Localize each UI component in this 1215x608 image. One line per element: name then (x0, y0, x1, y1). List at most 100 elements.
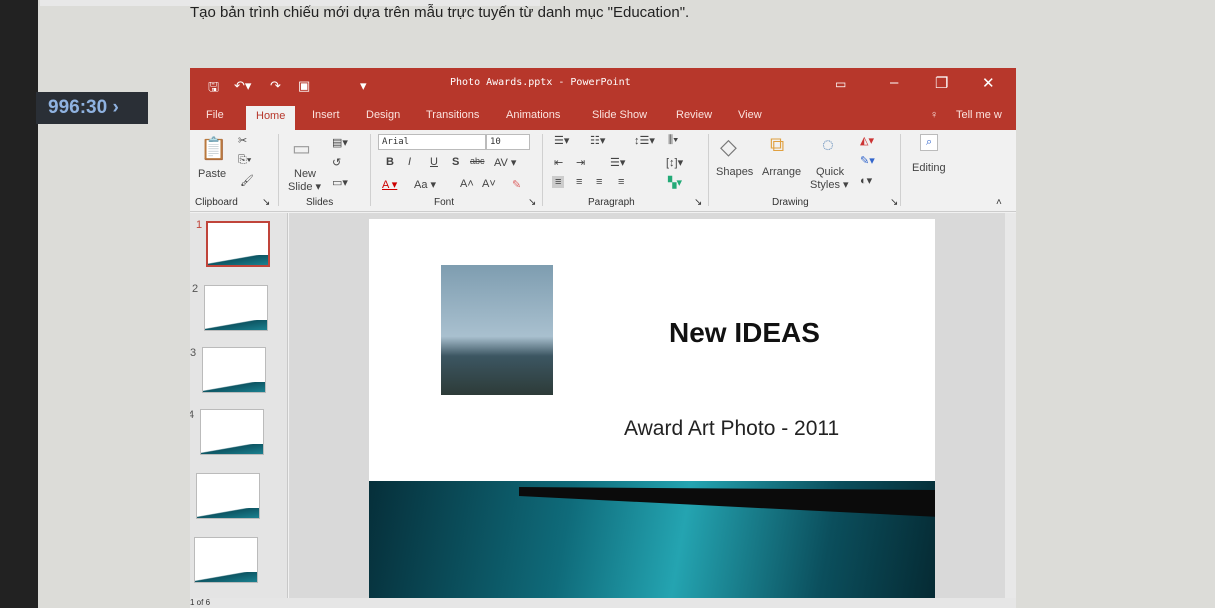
slide-title[interactable]: New IDEAS (669, 317, 820, 349)
slide-number: 1 (196, 219, 203, 231)
window-title: Photo Awards.pptx - PowerPoint (450, 77, 631, 88)
reset-icon[interactable]: ↺ (332, 156, 341, 169)
drawing-group-label: Drawing (772, 197, 809, 208)
quick-styles-button[interactable]: Quick (816, 166, 844, 178)
tab-view[interactable]: View (738, 109, 762, 121)
clear-formatting-icon[interactable]: ✎ (512, 178, 521, 191)
current-slide[interactable]: New IDEAS Award Art Photo - 2011 (369, 219, 935, 599)
close-button[interactable]: ✕ (982, 74, 995, 92)
shapes-icon[interactable]: ◇ (720, 134, 737, 160)
restore-button[interactable]: ❐ (935, 74, 948, 92)
tab-insert[interactable]: Insert (312, 109, 340, 121)
powerpoint-window: 🖫 ↶▾ ↷ ▣ ▾ Photo Awards.pptx - PowerPoin… (190, 68, 1016, 608)
quick-styles-icon[interactable]: ◌ (822, 134, 834, 157)
smartart-icon[interactable]: ▚▾ (668, 176, 682, 189)
slide-thumbnail-6[interactable] (194, 537, 258, 583)
increase-indent-icon[interactable]: ⇥ (576, 156, 585, 169)
shape-fill-icon[interactable]: ◭▾ (860, 134, 874, 147)
underline-button[interactable]: U (430, 156, 438, 168)
tab-slide-show[interactable]: Slide Show (592, 109, 647, 121)
find-icon[interactable]: ⌕ (920, 134, 939, 151)
divider (708, 134, 709, 206)
slide-thumbnail-4[interactable] (200, 409, 264, 455)
shape-effects-icon[interactable]: ◐▾ (860, 174, 872, 187)
italic-button[interactable]: I (408, 156, 411, 168)
tab-review[interactable]: Review (676, 109, 712, 121)
save-icon[interactable]: 🖫 (208, 78, 219, 100)
paragraph-launcher-icon[interactable]: ↘ (694, 197, 702, 208)
text-direction-icon[interactable]: ⫼▾ (668, 134, 678, 147)
slide-thumbnail-1[interactable] (206, 221, 270, 267)
tell-me-box[interactable]: Tell me w (956, 109, 1002, 121)
font-color-button[interactable]: A ▾ (382, 178, 397, 191)
section-icon[interactable]: ▭▾ (332, 176, 348, 189)
ribbon-display-options-icon[interactable]: ▭ (835, 77, 846, 91)
arrange-icon[interactable]: ⧉ (770, 134, 784, 157)
tab-animations[interactable]: Animations (506, 109, 560, 121)
vertical-scrollbar[interactable] (1005, 213, 1016, 598)
clipboard-group-label: Clipboard (195, 197, 238, 208)
shape-outline-icon[interactable]: ✎▾ (860, 154, 875, 167)
status-bar: Slide 1 of 6 (190, 598, 1016, 608)
columns-icon[interactable]: ☰▾ (610, 156, 625, 169)
format-painter-icon[interactable]: 🖌 (240, 174, 254, 187)
shrink-font-button[interactable]: A˅ (482, 178, 496, 190)
slide-thumbnail-2[interactable] (204, 285, 268, 331)
start-from-beginning-icon[interactable]: ▣ (298, 78, 310, 94)
numbering-icon[interactable]: ☷▾ (590, 134, 605, 147)
tab-design[interactable]: Design (366, 109, 400, 121)
monitor-bezel (0, 0, 38, 608)
tab-file[interactable]: File (206, 109, 224, 121)
center-icon[interactable]: ≡ (576, 176, 582, 188)
layout-icon[interactable]: ▤▾ (332, 136, 348, 149)
editing-button[interactable]: Editing (912, 162, 946, 174)
align-right-icon[interactable]: ≡ (596, 176, 602, 188)
align-left-icon[interactable]: ≡ (552, 176, 565, 188)
redo-icon[interactable]: ↷ (270, 78, 281, 94)
slide-number: 4 (190, 409, 195, 421)
arrange-button[interactable]: Arrange (762, 166, 801, 178)
font-launcher-icon[interactable]: ↘ (528, 197, 536, 208)
tab-transitions[interactable]: Transitions (426, 109, 479, 121)
change-case-button[interactable]: Aa ▾ (414, 178, 436, 191)
paste-icon[interactable]: 📋 (200, 136, 227, 162)
tab-home[interactable]: Home (246, 106, 296, 130)
decrease-indent-icon[interactable]: ⇤ (554, 156, 563, 169)
font-size-box[interactable]: 10 (486, 134, 530, 150)
slide-thumbnail-3[interactable] (202, 347, 266, 393)
shapes-button[interactable]: Shapes (716, 166, 753, 178)
collapse-ribbon-icon[interactable]: ˄ (996, 197, 1002, 208)
drawing-launcher-icon[interactable]: ↘ (890, 197, 898, 208)
paste-button[interactable]: Paste (198, 168, 226, 180)
bullets-icon[interactable]: ☰▾ (554, 134, 569, 147)
shadow-button[interactable]: S (452, 156, 459, 168)
grow-font-button[interactable]: A˄ (460, 178, 474, 190)
font-name-box[interactable]: Arial (378, 134, 486, 150)
slide-editor: New IDEAS Award Art Photo - 2011 (289, 213, 1005, 599)
justify-icon[interactable]: ≡ (618, 176, 624, 188)
undo-icon[interactable]: ↶▾ (234, 78, 251, 94)
customize-qat-icon[interactable]: ▾ (360, 78, 367, 94)
slide-thumbnail-5[interactable] (196, 473, 260, 519)
new-slide-dropdown[interactable]: Slide ▾ (288, 180, 321, 193)
ribbon-tabs: File Home Insert Design Transitions Anim… (190, 102, 1016, 130)
clipboard-launcher-icon[interactable]: ↘ (262, 197, 270, 208)
flower-photo[interactable] (441, 265, 553, 395)
quick-styles-dropdown[interactable]: Styles ▾ (810, 178, 849, 191)
chevron-right-icon[interactable]: › (112, 97, 118, 118)
strikethrough-button[interactable]: abc (470, 156, 485, 166)
cut-icon[interactable]: ✂ (238, 134, 247, 147)
align-text-icon[interactable]: [↕]▾ (666, 156, 683, 169)
new-slide-button[interactable]: New (294, 168, 316, 180)
copy-icon[interactable]: ⎘▾ (238, 154, 251, 167)
slide-number: 3 (190, 347, 197, 359)
timer-value: 996:30 (48, 97, 108, 118)
bold-button[interactable]: B (386, 156, 394, 168)
slide-subtitle[interactable]: Award Art Photo - 2011 (624, 417, 839, 441)
minimize-button[interactable]: – (890, 74, 898, 91)
paragraph-group-label: Paragraph (588, 197, 635, 208)
slide-counter: Slide 1 of 6 (190, 598, 211, 607)
line-spacing-icon[interactable]: ↕☰▾ (634, 134, 655, 147)
new-slide-icon[interactable]: ▭ (292, 136, 311, 161)
character-spacing-button[interactable]: AV ▾ (494, 156, 516, 169)
